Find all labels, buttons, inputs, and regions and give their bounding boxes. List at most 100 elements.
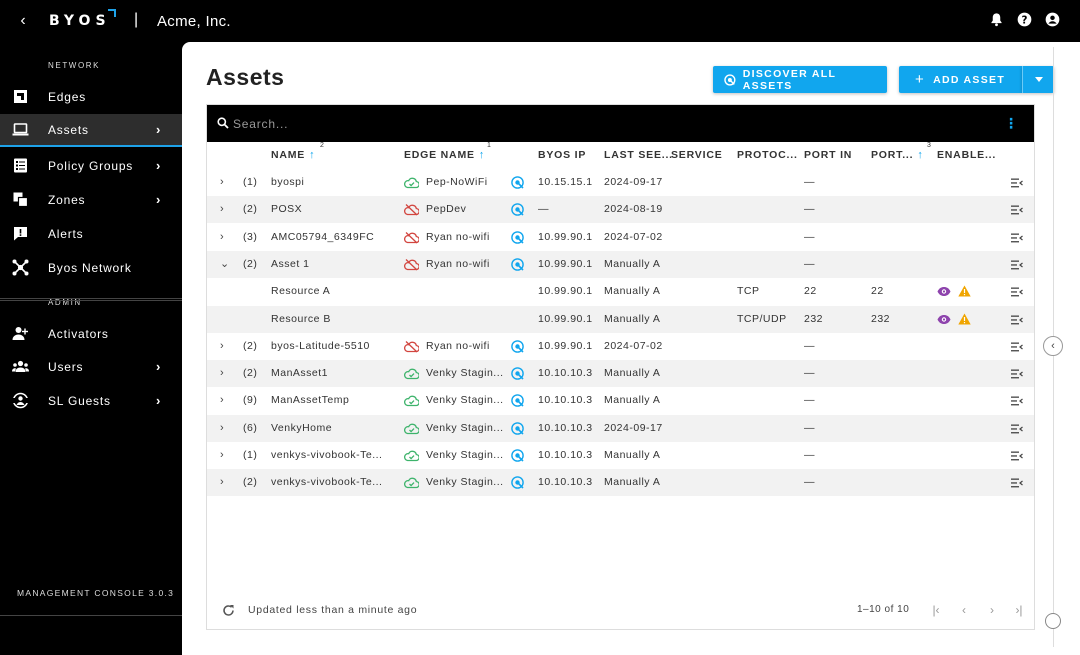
row-details-icon[interactable] bbox=[1011, 369, 1023, 379]
discover-asset-icon[interactable] bbox=[511, 449, 524, 462]
column-header-port-out[interactable]: PORT... ↑ 3 bbox=[871, 142, 931, 169]
first-page-icon[interactable]: |‹ bbox=[929, 603, 943, 617]
sidebar-item-label: Alerts bbox=[48, 226, 84, 241]
byos-ip: 10.99.90.1 bbox=[538, 339, 593, 352]
sidebar: NETWORK Edges Assets › Policy Groups › Z… bbox=[0, 42, 182, 655]
expand-row-icon[interactable]: › bbox=[220, 422, 230, 433]
back-icon[interactable]: ‹ bbox=[16, 12, 30, 30]
discover-asset-icon[interactable] bbox=[511, 421, 524, 435]
row-details-icon[interactable] bbox=[1011, 178, 1023, 188]
column-header-byos-ip[interactable]: BYOS IP bbox=[538, 142, 586, 169]
expand-row-icon[interactable]: › bbox=[220, 340, 230, 351]
asset-name: ManAssetTemp bbox=[271, 394, 350, 407]
main-content: Assets DISCOVER ALL ASSETS + ADD ASSET ⋮… bbox=[182, 42, 1080, 655]
column-header-protocol[interactable]: PROTOC... bbox=[737, 142, 798, 169]
sidebar-item-label: Policy Groups bbox=[48, 158, 134, 173]
sidebar-item-activators[interactable]: Activators bbox=[0, 317, 182, 350]
refresh-icon[interactable] bbox=[222, 604, 235, 617]
expand-row-icon[interactable]: › bbox=[220, 177, 230, 188]
asset-count: (2) bbox=[243, 339, 258, 352]
asset-name: venkys-vivobook-Te... bbox=[271, 476, 383, 489]
sidebar-item-users[interactable]: Users › bbox=[0, 350, 182, 383]
sidebar-item-alerts[interactable]: Alerts bbox=[0, 217, 182, 250]
expand-row-icon[interactable]: › bbox=[220, 395, 230, 406]
sidebar-item-policy-groups[interactable]: Policy Groups › bbox=[0, 149, 182, 182]
discover-asset-icon[interactable] bbox=[511, 339, 524, 353]
visibility-eye-icon[interactable] bbox=[937, 286, 951, 297]
byos-ip: 10.10.10.3 bbox=[538, 449, 593, 461]
column-header-port-in[interactable]: PORT IN bbox=[804, 142, 852, 169]
sidebar-item-sl-guests[interactable]: SL Guests › bbox=[0, 384, 182, 417]
account-icon[interactable] bbox=[1045, 12, 1060, 27]
add-asset-button[interactable]: + ADD ASSET bbox=[899, 66, 1022, 93]
prev-page-icon[interactable]: ‹ bbox=[957, 603, 971, 617]
edge-offline-icon bbox=[404, 231, 420, 244]
byos-ip: 10.15.15.1 bbox=[538, 176, 593, 188]
panel-toggle-icon[interactable] bbox=[1045, 613, 1061, 629]
help-icon[interactable]: ? bbox=[1017, 12, 1032, 27]
table-row[interactable]: Resource B 10.99.90.1 Manually A TCP/UDP 232… bbox=[207, 305, 1034, 333]
expand-row-icon[interactable]: › bbox=[220, 231, 230, 242]
byos-logo[interactable]: BYOS bbox=[49, 13, 111, 29]
table-row[interactable]: › (6) VenkyHome Venky Stagin... 10.10.10.3 20… bbox=[207, 414, 1034, 442]
table-row[interactable]: › (1) venkys-vivobook-Te... Venky Stagin...… bbox=[207, 442, 1034, 469]
table-row[interactable]: ⌄ (2) Asset 1 Ryan no-wifi 10.99.90.1 Manuall… bbox=[207, 250, 1034, 278]
discover-all-assets-button[interactable]: DISCOVER ALL ASSETS bbox=[713, 66, 887, 93]
column-header-enabled[interactable]: ENABLE... bbox=[937, 142, 996, 169]
discover-asset-icon[interactable] bbox=[511, 176, 524, 189]
column-header-service[interactable]: SERVICE bbox=[671, 142, 723, 169]
edge-online-icon bbox=[404, 449, 420, 462]
row-details-icon[interactable] bbox=[1011, 478, 1023, 488]
row-details-icon[interactable] bbox=[1011, 233, 1023, 243]
collapse-row-icon[interactable]: ⌄ bbox=[220, 258, 230, 269]
activators-icon bbox=[12, 327, 28, 340]
column-header-last-seen[interactable]: LAST SEE... bbox=[604, 142, 673, 169]
next-page-icon[interactable]: › bbox=[985, 603, 999, 617]
discover-asset-icon[interactable] bbox=[511, 367, 524, 380]
discover-asset-icon[interactable] bbox=[511, 203, 524, 217]
table-row[interactable]: › (9) ManAssetTemp Venky Stagin... 10.10.10.… bbox=[207, 387, 1034, 414]
discover-asset-icon[interactable] bbox=[511, 476, 524, 490]
more-options-icon[interactable]: ⋮ bbox=[1004, 115, 1018, 131]
add-asset-dropdown-button[interactable] bbox=[1022, 66, 1054, 93]
row-details-icon[interactable] bbox=[1011, 451, 1023, 461]
sidebar-item-edges[interactable]: Edges bbox=[0, 80, 182, 113]
org-name[interactable]: Acme, Inc. bbox=[157, 13, 231, 30]
row-details-icon[interactable] bbox=[1011, 287, 1023, 297]
table-row[interactable]: Resource A 10.99.90.1 Manually A TCP 22 22 bbox=[207, 278, 1034, 305]
table-row[interactable]: › (2) ManAsset1 Venky Stagin... 10.10.10.3 Ma… bbox=[207, 360, 1034, 388]
sidebar-item-byos-network[interactable]: Byos Network bbox=[0, 251, 182, 284]
edge-name: Venky Stagin... bbox=[426, 449, 504, 461]
asset-name: AMC05794_6349FC bbox=[271, 230, 375, 243]
discover-asset-icon[interactable] bbox=[511, 394, 524, 408]
expand-row-icon[interactable]: › bbox=[220, 204, 230, 215]
row-details-icon[interactable] bbox=[1011, 342, 1023, 352]
row-details-icon[interactable] bbox=[1011, 396, 1023, 406]
search-input[interactable] bbox=[233, 114, 733, 134]
edge-name: Venky Stagin... bbox=[426, 421, 504, 434]
table-row[interactable]: › (2) venkys-vivobook-Te... Venky Stagin...… bbox=[207, 469, 1034, 497]
visibility-eye-icon[interactable] bbox=[937, 314, 951, 325]
expand-row-icon[interactable]: › bbox=[220, 368, 230, 379]
table-row[interactable]: › (1) byospi Pep-NoWiFi 10.15.15.1 2024-09-17… bbox=[207, 169, 1034, 196]
discover-asset-icon[interactable] bbox=[511, 230, 524, 244]
column-header-name[interactable]: NAME ↑ 2 bbox=[271, 142, 324, 169]
row-details-icon[interactable] bbox=[1011, 315, 1023, 325]
expand-row-icon[interactable]: › bbox=[220, 477, 230, 488]
bell-icon[interactable] bbox=[989, 12, 1004, 27]
table-row[interactable]: › (2) byos-Latitude-5510 Ryan no-wifi 10.99.… bbox=[207, 333, 1034, 360]
asset-count: (2) bbox=[243, 367, 258, 380]
table-row[interactable]: › (2) POSX PepDev — 2024-08-19 — bbox=[207, 196, 1034, 224]
row-details-icon[interactable] bbox=[1011, 260, 1023, 270]
sidebar-item-assets[interactable]: Assets › bbox=[0, 114, 182, 147]
sidebar-item-zones[interactable]: Zones › bbox=[0, 183, 182, 216]
discover-asset-icon[interactable] bbox=[511, 258, 524, 271]
row-details-icon[interactable] bbox=[1011, 424, 1023, 434]
expand-row-icon[interactable]: › bbox=[220, 450, 230, 461]
last-page-icon[interactable]: ›| bbox=[1012, 603, 1026, 617]
column-header-edge-name[interactable]: EDGE NAME ↑ 1 bbox=[404, 142, 491, 169]
table-row[interactable]: › (3) AMC05794_6349FC Ryan no-wifi 10.99.90.… bbox=[207, 224, 1034, 251]
row-details-icon[interactable] bbox=[1011, 205, 1023, 215]
asset-count: (3) bbox=[243, 230, 258, 243]
chevron-left-icon[interactable]: ‹ bbox=[1043, 336, 1063, 356]
